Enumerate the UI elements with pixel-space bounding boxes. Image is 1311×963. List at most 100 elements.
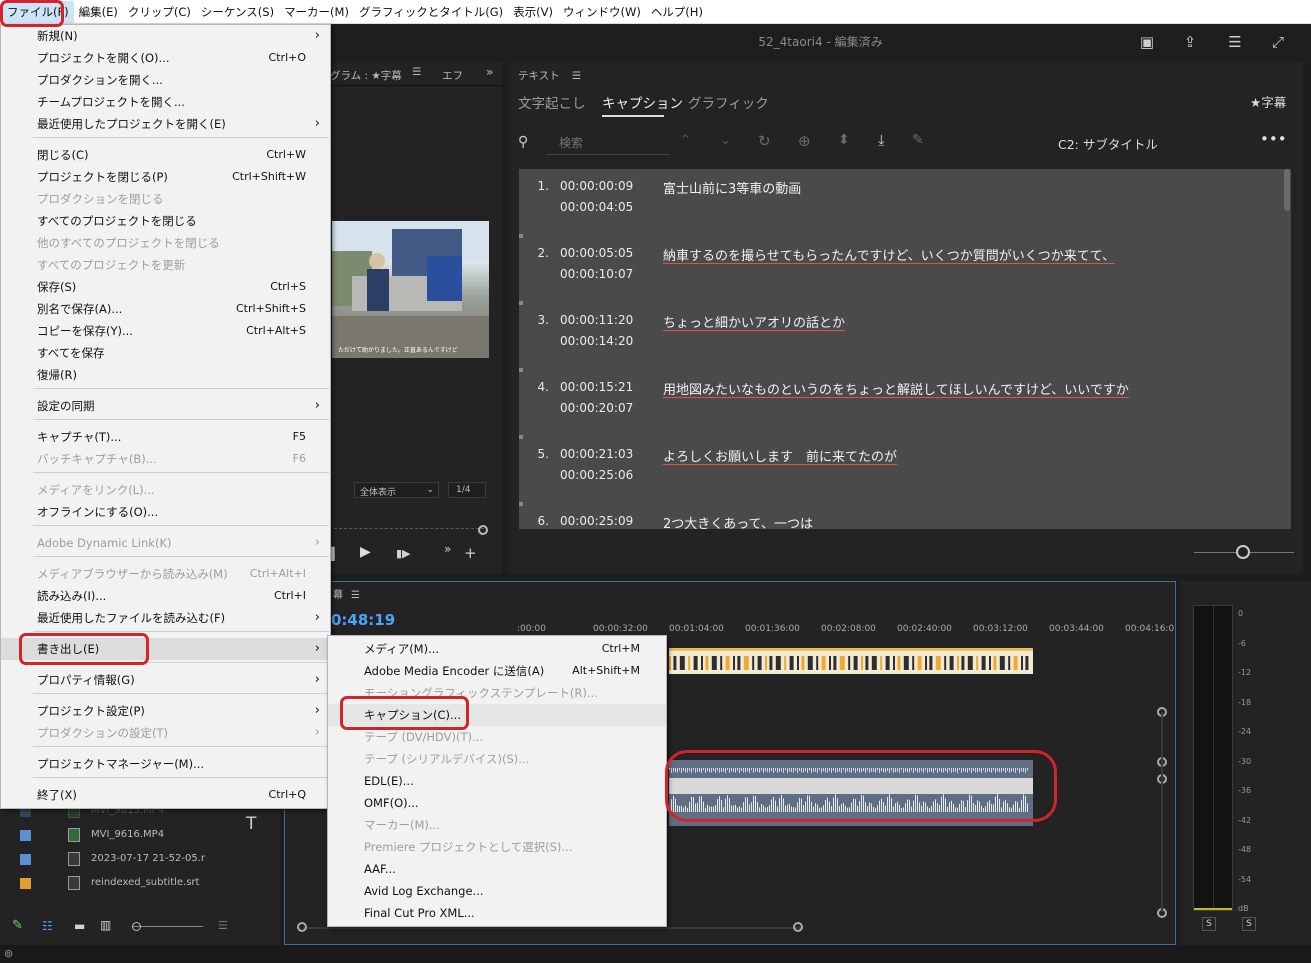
menu-item-6[interactable]: 表示(V) bbox=[508, 1, 558, 23]
menu-item-2[interactable]: クリップ(C) bbox=[123, 1, 196, 23]
file-menu-item[interactable]: 別名で保存(A)... Ctrl+Shift+S bbox=[1, 298, 330, 320]
program-scrubber[interactable] bbox=[334, 523, 484, 529]
tab-effects[interactable]: エフ bbox=[442, 68, 463, 83]
solo-left-button[interactable]: S bbox=[1202, 917, 1216, 931]
caption-in-time[interactable]: 00:00:25:09 bbox=[560, 514, 633, 528]
caption-search-input[interactable] bbox=[546, 131, 670, 155]
play-icon[interactable]: ▶ bbox=[360, 544, 371, 560]
caption-text[interactable]: よろしくお願いします 前に来てたのが bbox=[663, 446, 897, 465]
export-menu-item[interactable]: キャプション(C)... bbox=[328, 704, 666, 726]
caption-row[interactable]: 3. 00:00:11:20 00:00:14:20 ちょっと細かいアオリの話とか bbox=[519, 301, 1279, 369]
caption-out-time[interactable]: 00:00:10:07 bbox=[560, 267, 633, 281]
panel-menu-icon[interactable]: ☰ bbox=[218, 919, 228, 932]
refresh-icon[interactable]: ↻ bbox=[758, 132, 771, 150]
share-icon[interactable]: ⇪ bbox=[1180, 32, 1200, 52]
workspace-menu-icon[interactable]: ☰ bbox=[1225, 32, 1245, 52]
add-button-icon[interactable]: + bbox=[464, 544, 477, 562]
caption-text[interactable]: 富士山前に3等車の動画 bbox=[663, 178, 801, 197]
caption-in-time[interactable]: 00:00:21:03 bbox=[560, 447, 633, 461]
fullscreen-icon[interactable]: ⤢ bbox=[1268, 32, 1288, 52]
caption-zoom-handle[interactable] bbox=[1236, 545, 1250, 559]
file-menu-item[interactable]: 最近使用したファイルを読み込む(F) › bbox=[1, 607, 330, 629]
file-menu-item[interactable]: 最近使用したプロジェクトを開く(E) › bbox=[1, 113, 330, 135]
playhead-timecode[interactable]: 0:48:19 bbox=[331, 611, 395, 629]
scroll-start-handle[interactable] bbox=[297, 922, 307, 932]
export-menu-item[interactable]: メディア(M)... Ctrl+M bbox=[328, 638, 666, 660]
caption-scrollbar[interactable] bbox=[1284, 169, 1290, 211]
file-menu-item[interactable]: キャプチャ(T)... F5 bbox=[1, 426, 330, 448]
split-caption-icon[interactable]: ⬍ bbox=[838, 132, 850, 148]
menu-item-4[interactable]: マーカー(M) bbox=[279, 1, 354, 23]
thumbnail-size-slider[interactable] bbox=[133, 926, 203, 927]
caption-in-time[interactable]: 00:00:05:05 bbox=[560, 246, 633, 260]
freeform-view-icon[interactable]: ▥ bbox=[100, 918, 111, 932]
file-menu-item[interactable]: 新規(N) › bbox=[1, 25, 330, 47]
file-menu-item[interactable]: プロダクションを開く... bbox=[1, 69, 330, 91]
more-options-icon[interactable]: ••• bbox=[1260, 130, 1287, 148]
project-item[interactable]: 2023-07-17 21-52-05.r bbox=[0, 848, 215, 870]
file-menu-item[interactable]: すべてのプロジェクトを閉じる bbox=[1, 210, 330, 232]
caption-out-time[interactable]: 00:00:14:20 bbox=[560, 334, 633, 348]
file-menu-item[interactable]: オフラインにする(O)... bbox=[1, 501, 330, 523]
timeline-tab-label[interactable]: 幕 bbox=[333, 590, 343, 601]
file-menu-item[interactable]: 閉じる(C) Ctrl+W bbox=[1, 144, 330, 166]
caption-out-time[interactable]: 00:00:25:06 bbox=[560, 468, 633, 482]
file-menu-item[interactable]: チームプロジェクトを開く... bbox=[1, 91, 330, 113]
tab-transcript[interactable]: 文字起こし bbox=[518, 92, 586, 112]
menu-item-1[interactable]: 編集(E) bbox=[74, 1, 123, 23]
menu-item-5[interactable]: グラフィックとタイトル(G) bbox=[354, 1, 508, 23]
panel-menu-icon[interactable]: ☰ bbox=[572, 70, 581, 82]
file-menu-item[interactable]: プロジェクトを閉じる(P) Ctrl+Shift+W bbox=[1, 166, 330, 188]
file-menu-item[interactable]: プロジェクトマネージャー(M)... bbox=[1, 753, 330, 775]
file-menu-item[interactable]: プロジェクトを開く(O)... Ctrl+O bbox=[1, 47, 330, 69]
caption-text[interactable]: ちょっと細かいアオリの話とか bbox=[663, 312, 845, 331]
caption-out-time[interactable]: 00:00:20:07 bbox=[560, 401, 633, 415]
menu-item-8[interactable]: ヘルプ(H) bbox=[646, 1, 708, 23]
file-menu-item[interactable]: プロジェクト設定(P) › bbox=[1, 700, 330, 722]
caption-row[interactable]: 6. 00:00:25:09 2つ大きくあって、一つは bbox=[519, 502, 1279, 529]
file-menu-item[interactable]: コピーを保存(Y)... Ctrl+Alt+S bbox=[1, 320, 330, 342]
list-view-icon[interactable]: ☷ bbox=[42, 919, 53, 933]
caption-track-clips[interactable] bbox=[669, 648, 1033, 674]
caption-in-time[interactable]: 00:00:15:21 bbox=[560, 380, 633, 394]
caption-row[interactable]: 1. 00:00:00:09 00:00:04:05 富士山前に3等車の動画 bbox=[519, 169, 1279, 235]
solo-right-button[interactable]: S bbox=[1242, 917, 1256, 931]
pencil-icon[interactable]: ✎ bbox=[12, 918, 23, 933]
chevron-up-icon[interactable]: ⌃ bbox=[680, 133, 691, 148]
caption-text[interactable]: 納車するのを撮らせてもらったんですけど、いくつか質問がいくつか来てて、 bbox=[663, 245, 1115, 264]
step-forward-icon[interactable]: ▮▶ bbox=[396, 547, 411, 560]
vertical-scrollbar[interactable] bbox=[1161, 712, 1163, 912]
file-menu-item[interactable]: 保存(S) Ctrl+S bbox=[1, 276, 330, 298]
horizontal-scrollbar[interactable] bbox=[303, 927, 801, 929]
panel-menu-icon[interactable]: ☰ bbox=[412, 66, 421, 78]
caption-row[interactable]: 5. 00:00:21:03 00:00:25:06 よろしくお願いします 前に来てた… bbox=[519, 435, 1279, 503]
file-menu-item[interactable]: 読み込み(I)... Ctrl+I bbox=[1, 585, 330, 607]
file-menu-item[interactable]: 復帰(R) bbox=[1, 364, 330, 386]
tab-captions[interactable]: キャプション bbox=[602, 92, 683, 112]
slider-handle[interactable] bbox=[132, 922, 141, 931]
add-caption-icon[interactable]: ⊕ bbox=[798, 132, 811, 150]
panel-menu-icon[interactable]: ☰ bbox=[351, 590, 360, 601]
tab-graphics[interactable]: グラフィック bbox=[688, 92, 769, 112]
file-menu-item[interactable]: 書き出し(E) › bbox=[1, 638, 330, 660]
more-controls-icon[interactable]: » bbox=[444, 542, 451, 556]
project-item[interactable]: reindexed_subtitle.srt bbox=[0, 872, 215, 894]
file-menu-item[interactable]: すべてを保存 bbox=[1, 342, 330, 364]
export-menu-item[interactable]: OMF(O)... bbox=[328, 792, 666, 814]
pencil-icon[interactable]: ✎ bbox=[912, 132, 924, 148]
file-menu-item[interactable]: プロパティ情報(G) › bbox=[1, 669, 330, 691]
caption-text[interactable]: 用地図みたいなものというのをちょっと解説してほしいんですけど、いいですか bbox=[663, 379, 1129, 398]
file-menu-item[interactable]: 終了(X) Ctrl+Q bbox=[1, 784, 330, 806]
file-menu-item[interactable]: 設定の同期 › bbox=[1, 395, 330, 417]
caption-row[interactable]: 2. 00:00:05:05 00:00:10:07 納車するのを撮らせてもらったんで… bbox=[519, 234, 1279, 302]
more-tabs-icon[interactable]: » bbox=[486, 65, 493, 79]
tab-program[interactable]: グラム : ★字幕 bbox=[330, 68, 402, 83]
icon-view-icon[interactable]: ▬ bbox=[74, 919, 85, 933]
export-menu-item[interactable]: Adobe Media Encoder に送信(A) Alt+Shift+M bbox=[328, 660, 666, 682]
menu-item-7[interactable]: ウィンドウ(W) bbox=[558, 1, 646, 23]
type-tool-icon[interactable]: T bbox=[246, 814, 256, 834]
scroll-end-handle[interactable] bbox=[793, 922, 803, 932]
caption-in-time[interactable]: 00:00:00:09 bbox=[560, 179, 633, 193]
export-menu-item[interactable]: AAF... bbox=[328, 858, 666, 880]
export-menu-item[interactable]: Final Cut Pro XML... bbox=[328, 902, 666, 924]
